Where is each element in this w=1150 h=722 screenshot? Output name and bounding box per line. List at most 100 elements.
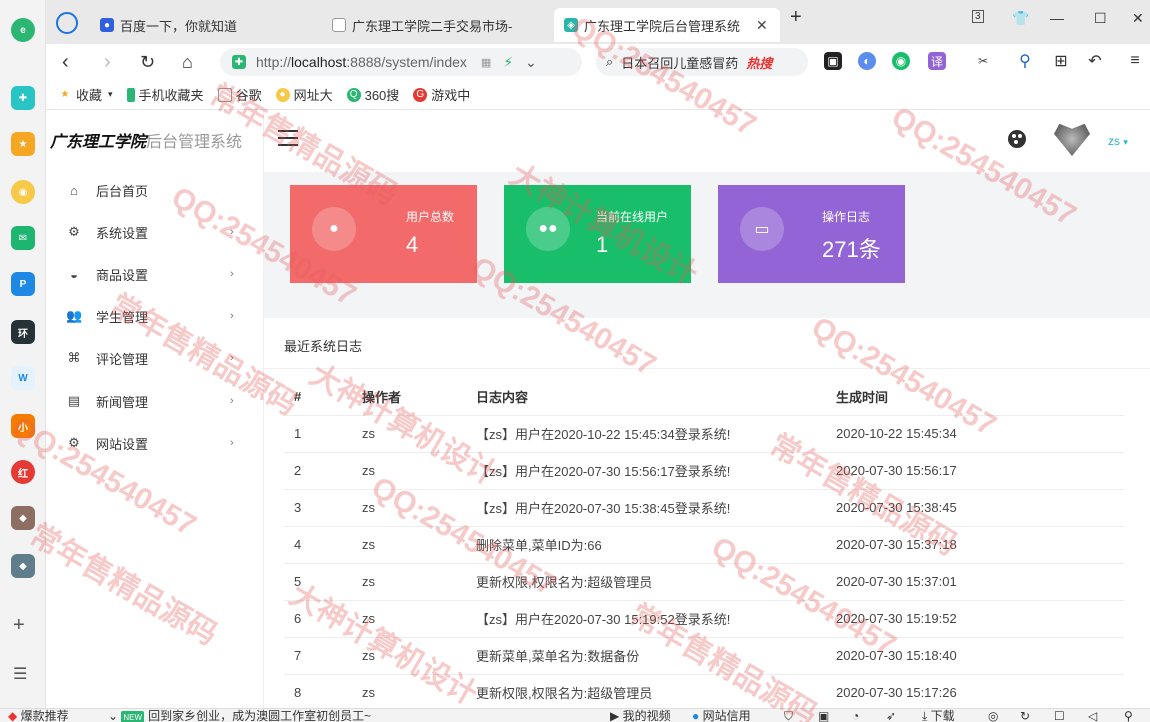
cell-operator: zs bbox=[352, 489, 466, 527]
url-bar[interactable]: ✚ http://localhost:8888/system/index ▦ ⚡… bbox=[220, 48, 582, 76]
extension-icon[interactable]: ▣ bbox=[824, 52, 842, 70]
scissors-icon[interactable]: ✂ bbox=[974, 52, 992, 70]
bookmark-label: 网址大 bbox=[293, 88, 333, 103]
site-credit[interactable]: ● 网站信用 bbox=[692, 709, 751, 722]
chevron-right-icon: › bbox=[230, 437, 234, 449]
sidebar-item-system[interactable]: ⚙ 系统设置 › bbox=[46, 211, 264, 253]
sidebar: 广东理工学院后台管理系统 ⌂ 后台首页 ⚙ 系统设置 › ◒ 商品设置 › 👥 学生管理 › … bbox=[46, 110, 264, 708]
hamburger-icon[interactable] bbox=[278, 130, 298, 146]
star-app-icon[interactable]: ★ bbox=[11, 132, 35, 156]
undo-icon[interactable]: ↶ bbox=[1086, 52, 1104, 70]
tab-market[interactable]: 广东理工学院二手交易市场- bbox=[322, 8, 534, 42]
nav-arrow-icon[interactable] bbox=[56, 12, 78, 34]
back-icon[interactable]: ‹ bbox=[62, 50, 69, 74]
column-header: 操作者 bbox=[352, 378, 466, 416]
bookmark-360[interactable]: Q 360搜 bbox=[346, 85, 399, 104]
redbook-app-icon[interactable]: 红 bbox=[11, 460, 35, 484]
avatar[interactable] bbox=[1054, 123, 1090, 156]
username: zs bbox=[1108, 134, 1120, 148]
bookmark-label: 手机收藏夹 bbox=[138, 88, 204, 103]
sync-icon[interactable]: ◐ bbox=[858, 52, 876, 70]
stat-card-users[interactable]: ● 用户总数 4 bbox=[290, 185, 477, 283]
bookmark-games[interactable]: G 游戏中 bbox=[413, 85, 470, 104]
reload-icon[interactable]: ↻ bbox=[140, 50, 155, 74]
p-app-icon[interactable]: P bbox=[11, 272, 35, 296]
video-icon: ▶ bbox=[610, 709, 620, 722]
zoom-icon[interactable]: ⚲ bbox=[1124, 709, 1133, 722]
sidebar-item-home[interactable]: ⌂ 后台首页 bbox=[46, 169, 264, 211]
more-icon[interactable]: ≡ bbox=[1126, 52, 1144, 70]
hot-recommend[interactable]: ◆ 爆款推荐 bbox=[8, 709, 69, 722]
mail-app-icon[interactable]: ✉ bbox=[11, 226, 35, 250]
window-close-icon[interactable]: ✕ bbox=[1132, 10, 1144, 27]
bookmark-mobile[interactable]: 手机收藏夹 bbox=[126, 85, 204, 104]
translate-icon[interactable]: 译 bbox=[928, 52, 946, 70]
phone-icon bbox=[126, 87, 135, 102]
volume-icon[interactable]: ◁ bbox=[1088, 709, 1097, 722]
sidebar-item-website[interactable]: ⚙ 网站设置 › bbox=[46, 422, 264, 464]
tab-count-badge[interactable]: 3 bbox=[972, 10, 984, 23]
download-icon: ⤓ bbox=[922, 709, 928, 722]
weibo-app-icon[interactable]: ◉ bbox=[11, 180, 35, 204]
rocket-icon[interactable]: ➶ bbox=[886, 709, 896, 722]
minimize-icon[interactable]: — bbox=[1050, 10, 1064, 26]
stat-value: 271条 bbox=[822, 237, 881, 262]
game-app-icon[interactable]: ◆ bbox=[11, 506, 35, 530]
shield-icon[interactable]: ⛉ bbox=[784, 709, 793, 722]
doc-app-icon[interactable]: W bbox=[11, 366, 35, 390]
cell-operator: zs bbox=[352, 415, 466, 453]
window-icon[interactable]: ☐ bbox=[1054, 709, 1065, 722]
close-icon[interactable]: ✕ bbox=[756, 17, 768, 34]
chevron-down-icon[interactable]: ⌄ bbox=[525, 54, 537, 71]
game2-app-icon[interactable]: ◆ bbox=[11, 554, 35, 578]
news-ticker[interactable]: ⌄ NEW 回到家乡创业，成为澳圆工作室初创员工~ bbox=[108, 709, 371, 722]
cell-id: 2 bbox=[284, 452, 352, 490]
novel-app-icon[interactable]: 小 bbox=[11, 414, 35, 438]
cell-id: 4 bbox=[284, 526, 352, 564]
user-menu[interactable]: zs ▾ bbox=[1108, 134, 1128, 148]
bookmark-google[interactable]: 谷歌 bbox=[217, 85, 262, 104]
tab-baidu[interactable]: ● 百度一下，你就知道 bbox=[90, 8, 310, 42]
search-text: 日本召回儿童感冒药 bbox=[621, 55, 739, 71]
my-video[interactable]: ▶ 我的视频 bbox=[610, 709, 671, 722]
maximize-icon[interactable]: ☐ bbox=[1094, 10, 1107, 27]
cell-operator: zs bbox=[352, 563, 466, 601]
sidebar-item-label: 评论管理 bbox=[96, 351, 149, 367]
admin-app: 广东理工学院后台管理系统 ⌂ 后台首页 ⚙ 系统设置 › ◒ 商品设置 › 👥 学生管理 › … bbox=[46, 110, 1150, 708]
sidebar-item-goods[interactable]: ◒ 商品设置 › bbox=[46, 253, 264, 295]
magnifier-icon[interactable]: ⚲ bbox=[1016, 52, 1034, 70]
wechat-icon[interactable]: ◉ bbox=[892, 52, 910, 70]
bookmark-favorites[interactable]: ★ 收藏 ▾ bbox=[58, 85, 113, 104]
palette-icon[interactable] bbox=[1008, 130, 1026, 148]
qr-icon[interactable]: ▦ bbox=[481, 56, 491, 69]
image-icon[interactable]: ▣ bbox=[818, 709, 829, 722]
forward-icon[interactable]: › bbox=[104, 50, 111, 74]
cell-operator: zs bbox=[352, 452, 466, 490]
speed-icon[interactable]: ◔ bbox=[852, 709, 859, 722]
refresh-icon[interactable]: ↻ bbox=[1020, 709, 1030, 722]
home-button-icon[interactable]: ⌂ bbox=[182, 50, 193, 74]
new-tab-icon[interactable]: + bbox=[790, 6, 802, 29]
sidebar-item-news[interactable]: ▤ 新闻管理 › bbox=[46, 380, 264, 422]
sidebar-item-comments[interactable]: ⌘ 评论管理 › bbox=[46, 337, 264, 379]
tab-admin[interactable]: ◈ 广东理工学院后台管理系统 ✕ bbox=[554, 8, 780, 42]
search-box[interactable]: ⌕ 日本召回儿童感冒药 热搜 bbox=[596, 48, 808, 76]
game-icon[interactable]: ◎ bbox=[988, 709, 998, 722]
stat-card-logs[interactable]: ▭ 操作日志 271条 bbox=[718, 185, 905, 283]
shirt-icon[interactable]: 👕 bbox=[1012, 10, 1029, 27]
users-icon: ●● bbox=[526, 207, 570, 251]
stat-card-online[interactable]: ●● 当前在线用户 1 bbox=[504, 185, 691, 283]
news-app-icon[interactable]: 环 bbox=[11, 320, 35, 344]
cell-content: 删除菜单,菜单ID为:66 bbox=[466, 526, 826, 564]
browser-logo-icon[interactable]: e bbox=[11, 18, 35, 42]
sidebar-item-students[interactable]: 👥 学生管理 › bbox=[46, 295, 264, 337]
bolt-icon[interactable]: ⚡ bbox=[503, 54, 513, 71]
grid-icon[interactable]: ⊞ bbox=[1052, 52, 1070, 70]
add-app-icon[interactable]: + bbox=[13, 614, 25, 637]
plus-app-icon[interactable]: ✚ bbox=[11, 86, 35, 110]
bookmark-urlnav[interactable]: ● 网址大 bbox=[275, 85, 333, 104]
menu-list-icon[interactable]: ☰ bbox=[13, 664, 27, 684]
status-bar: ◆ 爆款推荐 ⌄ NEW 回到家乡创业，成为澳圆工作室初创员工~ ▶ 我的视频 ●… bbox=[0, 708, 1150, 722]
download-button[interactable]: ⤓ 下载 bbox=[922, 709, 955, 722]
keyboard-icon: ▭ bbox=[740, 207, 784, 251]
